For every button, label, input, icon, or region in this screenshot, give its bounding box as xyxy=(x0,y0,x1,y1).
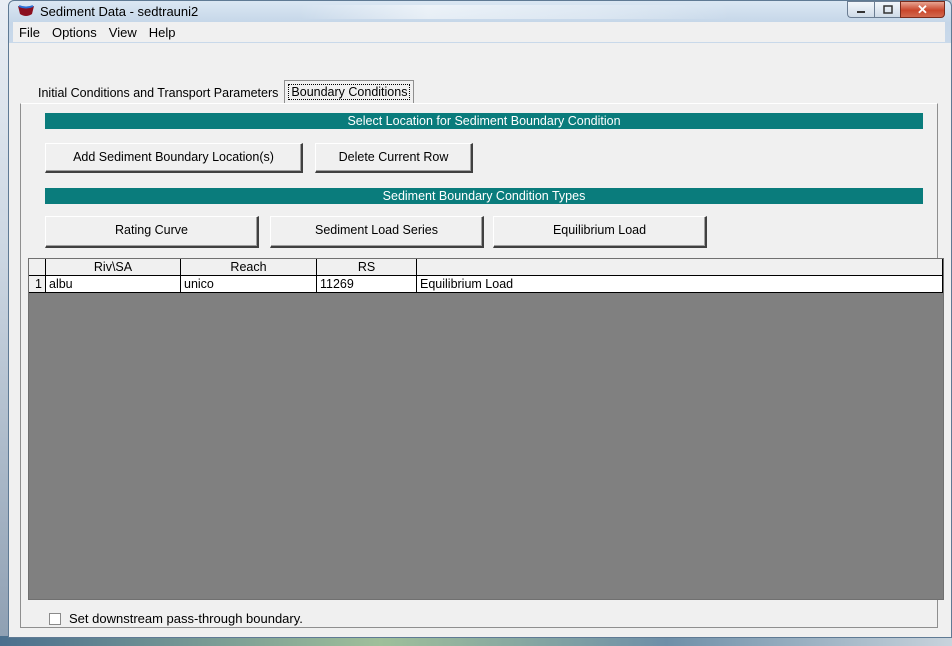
column-header-type[interactable] xyxy=(417,259,943,276)
column-header-reach[interactable]: Reach xyxy=(181,259,317,276)
sediment-load-series-button[interactable]: Sediment Load Series xyxy=(270,216,484,248)
pass-through-boundary-option[interactable]: Set downstream pass-through boundary. xyxy=(49,611,303,626)
menu-options[interactable]: Options xyxy=(46,25,103,40)
window-title: Sediment Data - sedtrauni2 xyxy=(40,4,199,19)
cell-boundary-type[interactable]: Equilibrium Load xyxy=(417,276,943,293)
table-header-row: Riv\SA Reach RS xyxy=(29,259,943,276)
minimize-icon xyxy=(857,10,865,13)
row-number: 1 xyxy=(29,276,46,293)
column-header-rs[interactable]: RS xyxy=(317,259,417,276)
minimize-button[interactable] xyxy=(847,1,874,18)
cell-rivsa[interactable]: albu xyxy=(46,276,181,293)
menu-file[interactable]: File xyxy=(13,25,46,40)
cell-rs[interactable]: 11269 xyxy=(317,276,417,293)
menu-view[interactable]: View xyxy=(103,25,143,40)
add-boundary-location-button[interactable]: Add Sediment Boundary Location(s) xyxy=(45,143,303,173)
pass-through-label: Set downstream pass-through boundary. xyxy=(69,611,303,626)
row-number-header xyxy=(29,259,46,276)
equilibrium-load-button[interactable]: Equilibrium Load xyxy=(493,216,707,248)
column-header-rivsa[interactable]: Riv\SA xyxy=(46,259,181,276)
tab-initial-conditions[interactable]: Initial Conditions and Transport Paramet… xyxy=(34,83,282,103)
maximize-icon xyxy=(882,5,893,14)
delete-current-row-button[interactable]: Delete Current Row xyxy=(315,143,473,173)
close-button[interactable]: ✕ xyxy=(900,1,945,18)
menu-help[interactable]: Help xyxy=(143,25,182,40)
cell-reach[interactable]: unico xyxy=(181,276,317,293)
maximize-button[interactable] xyxy=(874,1,900,18)
location-section-header: Select Location for Sediment Boundary Co… xyxy=(45,113,923,129)
rating-curve-button[interactable]: Rating Curve xyxy=(45,216,259,248)
menu-bar: File Options View Help xyxy=(13,22,945,42)
app-icon xyxy=(18,5,34,16)
title-bar[interactable]: Sediment Data - sedtrauni2 ✕ xyxy=(9,1,951,21)
tab-strip: Initial Conditions and Transport Paramet… xyxy=(34,80,415,103)
pass-through-checkbox[interactable] xyxy=(49,612,61,625)
types-section-header: Sediment Boundary Condition Types xyxy=(45,188,923,204)
close-icon: ✕ xyxy=(917,1,928,17)
tab-boundary-conditions[interactable]: Boundary Conditions xyxy=(284,80,415,103)
table-row[interactable]: 1 albu unico 11269 Equilibrium Load xyxy=(29,276,943,293)
boundary-locations-table[interactable]: Riv\SA Reach RS 1 albu unico 11269 Equil… xyxy=(28,258,944,600)
